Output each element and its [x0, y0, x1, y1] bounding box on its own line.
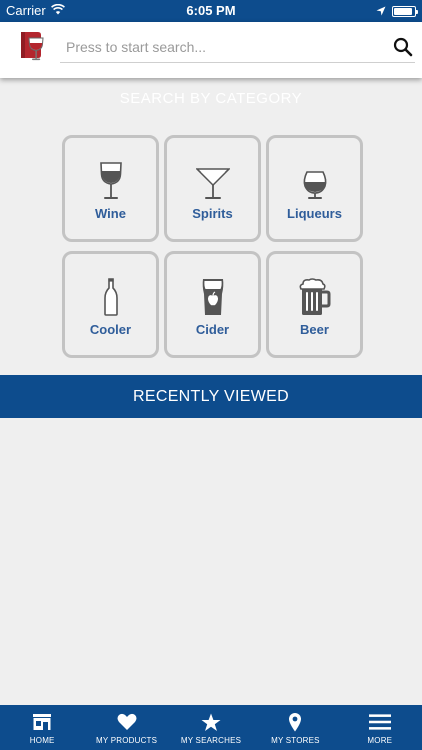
store-icon [31, 711, 53, 733]
battery-icon [392, 6, 418, 17]
search-box[interactable] [60, 31, 415, 63]
search-icon[interactable] [393, 37, 413, 57]
category-label: Cooler [89, 322, 132, 337]
status-time: 6:05 PM [186, 3, 236, 18]
category-label: Cider [195, 322, 230, 337]
category-grid: Wine Spirits Liqueurs Cooler Cider Beer [62, 135, 364, 358]
category-label: Liqueurs [287, 206, 342, 221]
category-cooler[interactable]: Cooler [62, 251, 159, 358]
tab-bar: HOME MY PRODUCTS MY SEARCHES MY STORES M… [0, 705, 422, 750]
location-pin-icon [284, 711, 306, 733]
beer-mug-icon [295, 276, 335, 316]
tab-my-products[interactable]: MY PRODUCTS [84, 705, 168, 750]
tab-my-stores[interactable]: MY STORES [253, 705, 337, 750]
wine-glass-icon [91, 160, 131, 200]
tab-label: MY PRODUCTS [96, 736, 158, 745]
tab-home[interactable]: HOME [0, 705, 84, 750]
app-logo [18, 30, 46, 64]
category-cider[interactable]: Cider [164, 251, 261, 358]
category-liqueurs[interactable]: Liqueurs [266, 135, 363, 242]
category-label: Wine [95, 206, 126, 221]
tab-my-searches[interactable]: MY SEARCHES [169, 705, 253, 750]
location-arrow-icon [376, 4, 386, 19]
status-bar: Carrier 6:05 PM [0, 0, 422, 22]
tab-label: MY SEARCHES [180, 736, 242, 745]
status-right [376, 4, 418, 19]
header [0, 22, 422, 78]
category-spirits[interactable]: Spirits [164, 135, 261, 242]
search-input[interactable] [66, 36, 376, 58]
snifter-glass-icon [295, 160, 335, 200]
recently-viewed-header[interactable]: RECENTLY VIEWED [0, 375, 422, 418]
category-label: Spirits [192, 206, 233, 221]
category-wine[interactable]: Wine [62, 135, 159, 242]
tab-label: MORE [367, 736, 393, 745]
recently-viewed-label: RECENTLY VIEWED [133, 387, 289, 405]
category-beer[interactable]: Beer [266, 251, 363, 358]
tab-label: HOME [29, 736, 55, 745]
category-label: Beer [300, 322, 329, 337]
tab-more[interactable]: MORE [338, 705, 422, 750]
menu-icon [368, 711, 391, 733]
star-icon [200, 711, 222, 733]
cider-glass-icon [193, 276, 233, 316]
martini-glass-icon [193, 160, 233, 200]
category-title: SEARCH BY CATEGORY [119, 90, 303, 107]
heart-icon [116, 711, 138, 733]
bottle-icon [91, 276, 131, 316]
tab-label: MY STORES [271, 736, 320, 745]
